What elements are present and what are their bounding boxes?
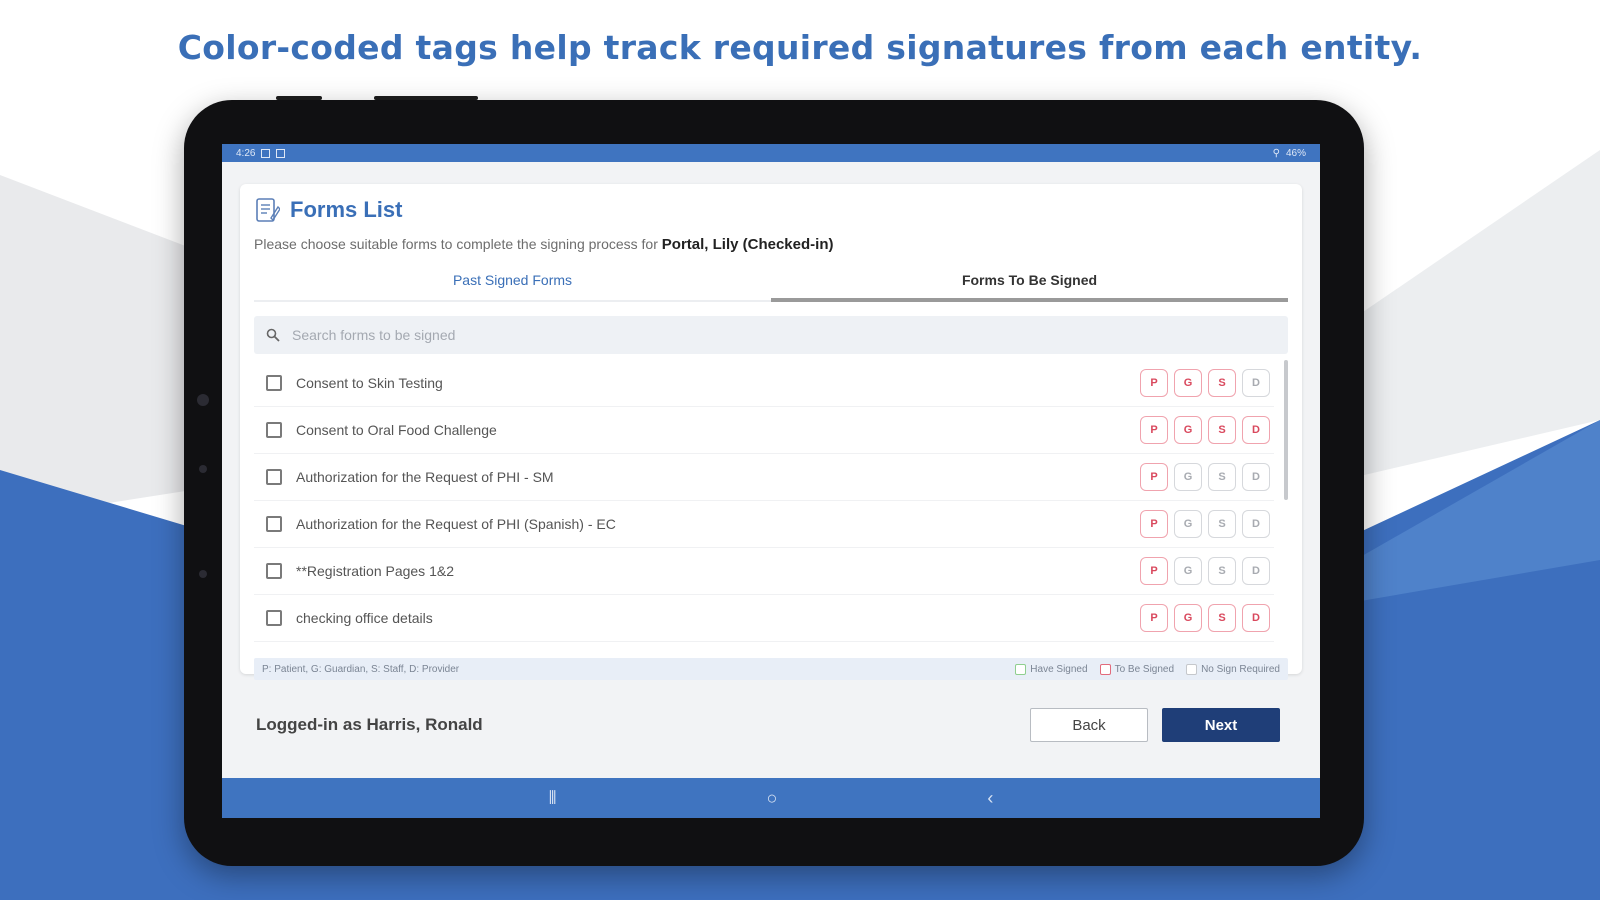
search-bar (254, 316, 1288, 354)
page-title-text: Forms List (290, 197, 403, 222)
sensor-icon (199, 570, 207, 578)
form-row[interactable]: Authorization for the Request of PHI - S… (254, 454, 1274, 501)
form-checkbox[interactable] (266, 422, 282, 438)
tab-past-signed-forms[interactable]: Past Signed Forms (254, 264, 771, 302)
legend-to-be-signed: To Be Signed (1099, 663, 1175, 675)
signature-tag-s: S (1208, 604, 1236, 632)
signature-tags: PGSD (1140, 416, 1270, 444)
form-label: Consent to Oral Food Challenge (296, 422, 497, 438)
form-label: Authorization for the Request of PHI (Sp… (296, 516, 616, 532)
scrollbar[interactable] (1284, 360, 1288, 500)
signature-tag-g: G (1174, 463, 1202, 491)
back-nav-icon[interactable]: ‹ (987, 788, 993, 809)
signature-tag-s: S (1208, 557, 1236, 585)
signature-tag-d: D (1242, 416, 1270, 444)
form-row[interactable]: Consent to Oral Food Challenge P G S D (254, 407, 1274, 454)
signature-tag-s: S (1208, 416, 1236, 444)
logged-in-text: Logged-in as Harris, Ronald (256, 715, 483, 734)
form-checkbox[interactable] (266, 469, 282, 485)
signature-tags: PGSD (1140, 604, 1270, 632)
back-button[interactable]: Back (1030, 708, 1148, 742)
signature-tag-p: P (1140, 369, 1168, 397)
headline: Color-coded tags help track required sig… (177, 28, 1423, 67)
subtitle: Please choose suitable forms to complete… (254, 236, 833, 253)
tab-forms-to-be-signed[interactable]: Forms To Be Signed (771, 264, 1288, 302)
signature-tag-g: G (1174, 557, 1202, 585)
signature-tag-p: P (1140, 463, 1168, 491)
tablet-button (276, 96, 322, 100)
signature-tag-s: S (1208, 369, 1236, 397)
signature-tag-d: D (1242, 463, 1270, 491)
subtitle-prefix: Please choose suitable forms to complete… (254, 236, 658, 252)
form-checkbox[interactable] (266, 610, 282, 626)
signature-tag-g: G (1174, 369, 1202, 397)
form-label: Consent to Skin Testing (296, 375, 443, 391)
legend-to-be-signed-label: To Be Signed (1114, 663, 1175, 675)
wifi-icon: ⚲ (1272, 147, 1280, 159)
signature-tags: PGSD (1140, 557, 1270, 585)
legend-key-text: P: Patient, G: Guardian, S: Staff, D: Pr… (262, 663, 460, 675)
signature-tag-d: D (1242, 557, 1270, 585)
search-icon (266, 328, 280, 342)
form-checkbox[interactable] (266, 375, 282, 391)
status-time: 4:26 (236, 147, 256, 159)
legend-have-signed-label: Have Signed (1030, 663, 1088, 675)
search-input[interactable] (292, 327, 1192, 343)
signature-tag-s: S (1208, 510, 1236, 538)
forms-card: Forms List Please choose suitable forms … (240, 184, 1302, 680)
next-button[interactable]: Next (1162, 708, 1280, 742)
home-icon[interactable]: ○ (767, 788, 778, 809)
signature-tag-g: G (1174, 604, 1202, 632)
form-row[interactable]: **Registration Pages 1&2 P G S D (254, 548, 1274, 595)
signature-tag-d: D (1242, 604, 1270, 632)
form-checkbox[interactable] (266, 516, 282, 532)
signature-tag-p: P (1140, 604, 1168, 632)
signature-tag-g: G (1174, 510, 1202, 538)
tab-bar: Past Signed Forms Forms To Be Signed (254, 264, 1288, 302)
footer: Logged-in as Harris, Ronald Back Next (222, 692, 1320, 758)
tablet-button (374, 96, 478, 100)
legend-bar: P: Patient, G: Guardian, S: Staff, D: Pr… (254, 658, 1288, 680)
form-label: checking office details (296, 610, 433, 626)
status-bar: 4:26 ⚲ 46% (222, 144, 1320, 162)
sensor-icon (199, 465, 207, 473)
signature-tag-p: P (1140, 416, 1168, 444)
legend-no-sign: No Sign Required (1186, 663, 1280, 675)
signature-tags: PGSD (1140, 369, 1270, 397)
signature-tag-p: P (1140, 510, 1168, 538)
signature-tag-d: D (1242, 510, 1270, 538)
battery-text: 46% (1285, 147, 1306, 159)
forms-list: Consent to Skin Testing P G S D Consent to Or… (254, 360, 1274, 642)
form-doc-icon (256, 198, 280, 222)
android-nav-bar: ⦀ ○ ‹ (222, 778, 1320, 818)
legend-no-sign-label: No Sign Required (1201, 663, 1280, 675)
form-label: Authorization for the Request of PHI - S… (296, 469, 554, 485)
patient-name: Portal, Lily (Checked-in) (661, 236, 834, 253)
red-swatch-icon (1099, 663, 1111, 675)
tablet-frame: 4:26 ⚲ 46% Forms List Please choose suit… (184, 96, 1364, 866)
form-checkbox[interactable] (266, 563, 282, 579)
signature-tags: PGSD (1140, 463, 1270, 491)
signature-tag-d: D (1242, 369, 1270, 397)
form-label: **Registration Pages 1&2 (296, 563, 454, 579)
camera-icon (197, 394, 209, 406)
gallery-icon (261, 148, 271, 158)
form-row[interactable]: Consent to Skin Testing P G S D (254, 360, 1274, 407)
signature-tags: PGSD (1140, 510, 1270, 538)
form-row[interactable]: Authorization for the Request of PHI (Sp… (254, 501, 1274, 548)
signature-tag-p: P (1140, 557, 1168, 585)
legend-have-signed: Have Signed (1015, 663, 1088, 675)
page-title: Forms List (254, 196, 402, 224)
form-row[interactable]: checking office details P G S D (254, 595, 1274, 642)
green-swatch-icon (1015, 663, 1027, 675)
signature-tag-g: G (1174, 416, 1202, 444)
notification-icon (276, 148, 286, 158)
screen: 4:26 ⚲ 46% Forms List Please choose suit… (222, 144, 1320, 818)
recents-icon[interactable]: ⦀ (549, 788, 557, 809)
signature-tag-s: S (1208, 463, 1236, 491)
grey-swatch-icon (1186, 663, 1198, 675)
